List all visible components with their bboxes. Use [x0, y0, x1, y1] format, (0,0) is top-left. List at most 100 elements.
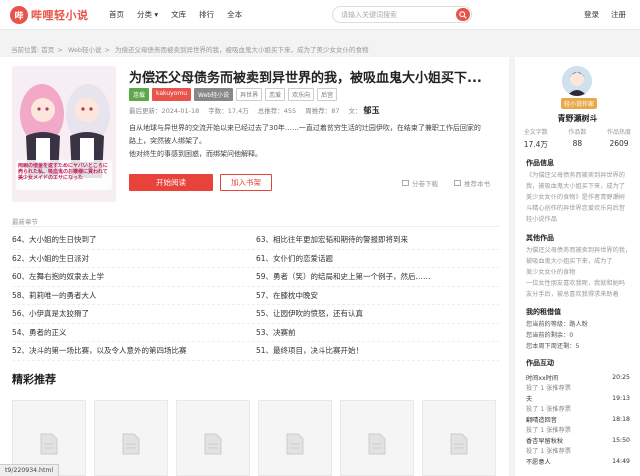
- chapter-link[interactable]: 62、大小姐的生日派对: [12, 253, 256, 264]
- nav-category[interactable]: 分类 ▾: [137, 9, 158, 20]
- breadcrumb: 当前位置: 首页 > Web轻小说 > 为偿还父母债务而被卖到异世界的我，被吸血鬼大…: [11, 46, 369, 54]
- download-icon: [402, 180, 409, 186]
- search-box: [332, 6, 472, 23]
- weekly-recommend: 周推荐：87: [305, 107, 340, 115]
- work-info-heading: 作品信息: [526, 159, 554, 167]
- other-works-list[interactable]: 为偿还父母债务而被卖到异世界的我， 被吸血鬼大小姐买下来，成为了 美少女女仆的食物一…: [526, 245, 630, 300]
- avatar-image: [562, 66, 592, 96]
- book-meta: 最后更新：2024-01-18 字数：17.4万 总推荐：455 周推荐：87 …: [129, 105, 388, 116]
- activity-row: 香杏早留秋秋 15:50: [526, 436, 630, 445]
- chapter-link[interactable]: 53、决赛前: [256, 327, 500, 338]
- cover-title-text: 両親の借金を返すためにヤバいところに売られた私、吸血鬼のお嬢様に買われて美少女メ…: [18, 163, 108, 181]
- chapter-link[interactable]: 63、相比往年更加宏韬和期待的警报即将到来: [256, 234, 500, 245]
- nav-home[interactable]: 首页: [109, 9, 124, 20]
- document-placeholder-icon: [450, 433, 468, 455]
- activity-note: 投了 1 张推荐票: [526, 427, 571, 435]
- recommend-book-card[interactable]: [258, 400, 332, 476]
- nav-complete[interactable]: 全本: [227, 9, 242, 20]
- activity-note: 投了 1 张推荐票: [526, 406, 571, 414]
- author-info: 文： 郁玉: [348, 106, 380, 115]
- latest-chapters-list: 64、大小姐的生日快到了 63、相比往年更加宏韬和期待的警报即将到来 62、大小…: [12, 231, 500, 361]
- tag-genre[interactable]: 欢乐向: [288, 88, 315, 101]
- search-input[interactable]: [341, 9, 451, 21]
- activity-row: 不愿意人 14:49: [526, 457, 630, 466]
- chapter-link[interactable]: 54、勇者的正义: [12, 327, 256, 338]
- nav-library[interactable]: 文库: [171, 9, 186, 20]
- chapter-row: 54、勇者的正义 53、决赛前: [12, 324, 500, 342]
- sidebar-author-name[interactable]: 青野瀬树斗: [515, 113, 640, 124]
- chevron-down-icon: ▾: [154, 10, 159, 19]
- chapter-link[interactable]: 51、最终项目，决斗比赛开始！: [256, 345, 500, 356]
- book-description: 自从地球与异世界的交流开始以来已经过去了30年……一直过着贫穷生活的辻园伊吹，在…: [129, 122, 499, 161]
- search-button[interactable]: [456, 8, 470, 21]
- chapter-link[interactable]: 61、女仆们的恋爱话题: [256, 253, 500, 264]
- activity-note: 投了 1 张推荐票: [526, 448, 571, 456]
- auth-links: 登录 注册: [572, 9, 626, 20]
- stat-heat: 作品热度 2609: [606, 129, 631, 148]
- chapter-link[interactable]: 59、勇者（笑）的结局和史上第一个例子，然后……: [256, 271, 500, 282]
- tag-source[interactable]: kakuyomu: [152, 88, 192, 101]
- my-points-heading: 我的租借值: [526, 308, 561, 316]
- site-logo[interactable]: 哔 哔哩轻小说: [10, 6, 89, 24]
- document-placeholder-icon: [204, 433, 222, 455]
- recommend-heading: 精彩推荐: [12, 373, 56, 386]
- breadcrumb-home[interactable]: 首页: [41, 46, 54, 54]
- site-header: 哔 哔哩轻小说 首页 分类 ▾ 文库 排行 全本 登录 注册: [0, 0, 640, 30]
- author-avatar[interactable]: [562, 66, 592, 96]
- recommend-book-card[interactable]: [94, 400, 168, 476]
- chapter-link[interactable]: 58、莉莉唯一的勇者大人: [12, 290, 256, 301]
- chapter-link[interactable]: 64、大小姐的生日快到了: [12, 234, 256, 245]
- book-cover[interactable]: 両親の借金を返すためにヤバいところに売られた私、吸血鬼のお嬢様に買われて美少女メ…: [12, 66, 116, 202]
- tag-type[interactable]: Web轻小说: [194, 88, 234, 101]
- recommend-link[interactable]: 推荐本书: [454, 178, 490, 188]
- tag-genre[interactable]: 后宫: [317, 88, 338, 101]
- document-placeholder-icon: [368, 433, 386, 455]
- author-link[interactable]: 郁玉: [363, 106, 379, 115]
- word-count: 字数：17.4万: [208, 107, 249, 115]
- total-recommend: 总推荐：455: [257, 107, 297, 115]
- document-placeholder-icon: [122, 433, 140, 455]
- book-title: 为偿还父母债务而被卖到异世界的我，被吸血鬼大小姐买下...: [129, 71, 482, 86]
- chapter-link[interactable]: 57、在膝枕中晚安: [256, 290, 500, 301]
- recommend-book-card[interactable]: [176, 400, 250, 476]
- download-link[interactable]: 分卷下载: [402, 178, 438, 188]
- my-points-list: 您当前的等级：路人粉 您当前的剩余：0 您本周下周还剩：5: [526, 321, 588, 350]
- activity-note: 投了 1 张推荐票: [526, 385, 571, 393]
- chapter-row: 58、莉莉唯一的勇者大人 57、在膝枕中晚安: [12, 287, 500, 305]
- register-link[interactable]: 注册: [611, 9, 626, 20]
- start-reading-button[interactable]: 开始阅读: [129, 174, 213, 191]
- nav-ranking[interactable]: 排行: [199, 9, 214, 20]
- stat-words: 全文字数 17.4万: [523, 129, 548, 149]
- breadcrumb-prefix: 当前位置:: [11, 46, 40, 54]
- add-to-shelf-button[interactable]: 加入书架: [220, 174, 272, 191]
- search-icon: [459, 10, 467, 19]
- tag-genre[interactable]: 异世界: [236, 88, 263, 101]
- browser-status-bar: t9/220934.html: [0, 464, 60, 476]
- divider: [12, 226, 500, 227]
- logo-text: 哔哩轻小说: [31, 9, 89, 22]
- recommend-book-card[interactable]: [422, 400, 496, 476]
- description-line: 路上，突然被人绑架了。: [129, 137, 206, 145]
- chapter-row: 56、小伊真是太狡猾了 55、让园伊吹的愤怒，还有认真: [12, 305, 500, 324]
- latest-chapters-heading: 最新章节: [12, 218, 38, 226]
- main-nav: 首页 分类 ▾ 文库 排行 全本: [109, 9, 255, 20]
- chapter-link[interactable]: 52、决斗的第一场比赛，以及令人意外的第四场比赛: [12, 345, 256, 356]
- tag-status[interactable]: 连载: [129, 88, 150, 101]
- recommend-book-card[interactable]: [340, 400, 414, 476]
- document-placeholder-icon: [40, 433, 58, 455]
- description-line: 自从地球与异世界的交流开始以来已经过去了30年……一直过着贫穷生活的辻园伊吹，在…: [129, 124, 481, 132]
- tag-genre[interactable]: 恋爱: [265, 88, 286, 101]
- chapter-link[interactable]: 55、让园伊吹的愤怒，还有认真: [256, 308, 500, 319]
- description-line: 他对终生的事感到困惑，而绑架问他解释。: [129, 150, 262, 158]
- author-stats: 全文字数 17.4万 作品数 88 作品热度 2609: [515, 127, 640, 150]
- document-placeholder-icon: [286, 433, 304, 455]
- chapter-row: 62、大小姐的生日派对 61、女仆们的恋爱话题: [12, 250, 500, 268]
- recommend-icon: [454, 180, 461, 186]
- breadcrumb-category[interactable]: Web轻小说: [68, 46, 102, 54]
- book-tags: 连载 kakuyomu Web轻小说 异世界 恋爱 欢乐向 后宫: [129, 88, 340, 101]
- chapter-link[interactable]: 56、小伊真是太狡猾了: [12, 308, 256, 319]
- login-link[interactable]: 登录: [584, 9, 599, 20]
- chapter-link[interactable]: 60、左舞右抱的奴隶去上学: [12, 271, 256, 282]
- work-info-text: 《为偿还父母债务而被卖到异世界的 我，被吸血鬼大小姐买下来，成为了 美少女女仆的食物…: [526, 172, 625, 223]
- chapter-row: 64、大小姐的生日快到了 63、相比往年更加宏韬和期待的警报即将到来: [12, 231, 500, 250]
